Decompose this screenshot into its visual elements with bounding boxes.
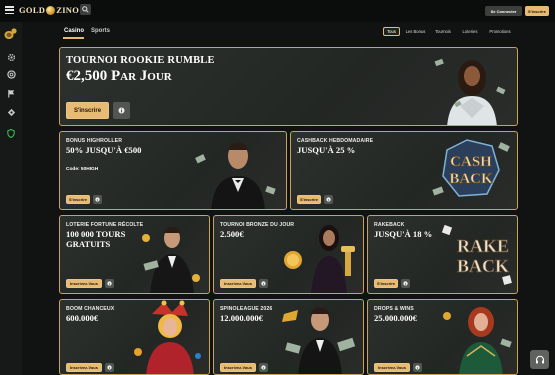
promo-card-info-button[interactable] (413, 363, 422, 372)
promo-card-headline: 50% jusqu'à €500 (66, 145, 142, 155)
tab-active-indicator (63, 37, 84, 39)
hero-woman-illustration (434, 58, 506, 125)
rakeback-illustration: RAKE BACK (441, 224, 512, 285)
promo-card-headline: 12.000.000€ (220, 313, 263, 323)
promo-card-signup-button[interactable]: Inscrivez-Vous (66, 363, 102, 372)
promo-card-signup-button[interactable]: S'inscrire (374, 279, 398, 288)
cashback-art-line1: CASH (450, 154, 492, 170)
woman-with-trophy-illustration (284, 225, 355, 293)
promo-card-info-button[interactable] (105, 363, 114, 372)
settings-gear-icon[interactable] (6, 52, 16, 62)
promo-card-info-button[interactable] (105, 279, 114, 288)
brand-logo[interactable]: GOLD ZINO (19, 5, 79, 15)
promo-card-headline: 2.500€ (220, 229, 244, 239)
promo-card-rakeback[interactable]: Rakeback jusqu'à 18 % S'inscrire RAKE BA… (367, 215, 518, 294)
menu-icon[interactable] (5, 6, 14, 14)
login-button[interactable]: Se Connecter (485, 6, 522, 16)
promo-card-signup-button[interactable]: Inscrivez-Vous (374, 363, 410, 372)
hero-signup-button[interactable]: S'inscrire (66, 102, 109, 119)
man-holding-cash-illustration (142, 227, 200, 293)
promo-card-title: Rakeback (374, 222, 405, 228)
promo-card-title: Cashback Hebdomadaire (297, 138, 374, 144)
info-icon (95, 197, 100, 202)
rakeback-art-line2: BACK (457, 256, 509, 276)
woman-green-dress-illustration (443, 307, 512, 374)
hero-title: Tournoi Rookie Rumble (66, 55, 215, 66)
promo-code-text: Code: 50HIGH (66, 167, 99, 172)
filter-bonus[interactable]: Les Bonus (403, 27, 428, 36)
promo-card-boom[interactable]: Boom Chanceux 600.000€ Inscrivez-Vous (59, 299, 210, 375)
logo-coin-icon (46, 5, 56, 15)
promo-card-signup-button[interactable]: Inscrivez-Vous (220, 279, 256, 288)
man-with-money-illustration (282, 307, 356, 374)
coin-stack-icon[interactable] (4, 28, 17, 40)
promo-card-spinoleague[interactable]: Spinoleague 2026 12.000.000€ Inscrivez-V… (213, 299, 364, 375)
promo-card-title: Drops & Wins (374, 306, 414, 312)
tab-casino[interactable]: Casino (64, 28, 84, 34)
sidebar (0, 22, 22, 375)
logo-text-left: GOLD (19, 5, 46, 15)
promo-card-title: Loterie Fortune Récolte (66, 222, 144, 228)
promo-card-info-button[interactable] (401, 279, 410, 288)
promo-card-info-button[interactable] (259, 279, 268, 288)
info-icon (403, 281, 408, 286)
rakeback-art-line1: RAKE (457, 236, 509, 256)
tab-sports[interactable]: Sports (91, 28, 110, 34)
promo-card-headline: 25.000.000€ (374, 313, 417, 323)
promo-card-bronze-tournament[interactable]: Tournoi Bronze du Jour 2.500€ Inscrivez-… (213, 215, 364, 294)
promo-card-info-button[interactable] (259, 363, 268, 372)
info-icon (415, 365, 420, 370)
cashback-illustration: CASH BACK (432, 139, 510, 197)
promo-card-cashback[interactable]: Cashback Hebdomadaire jusqu'à 25 % S'ins… (290, 131, 518, 210)
jester-woman-illustration (134, 300, 201, 374)
filter-all[interactable]: Tous (383, 27, 400, 36)
info-icon (326, 197, 331, 202)
info-icon (107, 365, 112, 370)
filter-promotions[interactable]: Promotions (485, 27, 515, 36)
shield-icon[interactable] (6, 128, 16, 138)
hero-promo-card[interactable]: Tournoi Rookie Rumble €2,500 Par Jour S'… (59, 47, 518, 126)
search-button[interactable] (80, 4, 91, 15)
support-chat-button[interactable] (530, 350, 549, 369)
puzzle-icon[interactable] (6, 107, 16, 117)
promo-card-headline: 600.000€ (66, 313, 99, 323)
promo-card-info-button[interactable] (93, 195, 102, 204)
info-icon (107, 281, 112, 286)
filter-lotteries[interactable]: Loteries (459, 27, 481, 36)
promo-card-signup-button[interactable]: Inscrivez-Vous (66, 279, 102, 288)
filter-tournaments[interactable]: Tournois (432, 27, 454, 36)
promo-card-signup-button[interactable]: Inscrivez-Vous (220, 363, 256, 372)
promo-card-highroller[interactable]: Bonus Highroller 50% jusqu'à €500 Code: … (59, 131, 287, 210)
promo-card-headline: jusqu'à 18 % (374, 229, 433, 239)
hero-headline: €2,500 Par Jour (66, 68, 172, 84)
promo-card-lottery[interactable]: Loterie Fortune Récolte 100 000 Tours Gr… (59, 215, 210, 294)
promo-card-drops-wins[interactable]: Drops & Wins 25.000.000€ Inscrivez-Vous (367, 299, 518, 375)
headset-icon (535, 355, 544, 363)
promo-card-signup-button[interactable]: S'inscrire (297, 195, 321, 204)
flag-icon[interactable] (6, 88, 16, 98)
promo-card-info-button[interactable] (324, 195, 333, 204)
man-tuxedo-illustration (195, 142, 276, 209)
info-icon (118, 107, 125, 114)
info-icon (261, 365, 266, 370)
promo-card-signup-button[interactable]: S'inscrire (66, 195, 90, 204)
search-icon (82, 6, 89, 13)
chip-icon[interactable] (6, 69, 16, 79)
promo-card-headline: 100 000 Tours Gratuits (66, 229, 126, 249)
top-bar: GOLD ZINO Se Connecter S'inscrire (0, 0, 555, 22)
cashback-art-line2: BACK (449, 171, 493, 187)
logo-text-right: ZINO (56, 5, 80, 15)
info-icon (261, 281, 266, 286)
promo-card-title: Boom Chanceux (66, 306, 115, 312)
promo-card-title: Spinoleague 2026 (220, 306, 273, 312)
promo-card-headline: jusqu'à 25 % (297, 145, 356, 155)
promo-card-title: Bonus Highroller (66, 138, 123, 144)
hero-info-button[interactable] (113, 102, 130, 119)
signup-button[interactable]: S'inscrire (525, 6, 549, 16)
